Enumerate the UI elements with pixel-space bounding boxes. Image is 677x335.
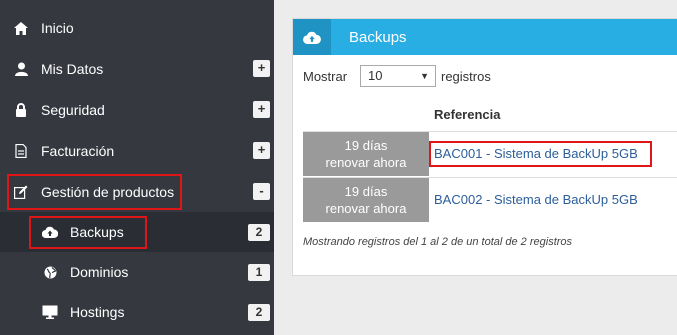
- backups-panel: Backups Mostrar 10 ▼ registros Referenci…: [292, 18, 677, 276]
- sidebar-item-label: Inicio: [41, 20, 74, 36]
- sidebar-item-seguridad[interactable]: Seguridad +: [0, 90, 274, 131]
- cloud-upload-icon: [293, 19, 331, 55]
- show-label: Mostrar: [303, 69, 348, 84]
- sidebar-item-label: Hostings: [70, 304, 125, 320]
- sidebar-item-label: Facturación: [41, 143, 115, 159]
- sidebar-item-label: Backups: [70, 224, 124, 240]
- sidebar-item-mis-datos[interactable]: Mis Datos +: [0, 49, 274, 90]
- count-badge: 2: [248, 304, 270, 321]
- renew-now-link[interactable]: renovar ahora: [303, 154, 429, 171]
- days-remaining: 19 días: [344, 184, 388, 199]
- count-badge: 1: [248, 264, 270, 281]
- sidebar-item-label: Dominios: [70, 264, 129, 280]
- records-label: registros: [441, 69, 491, 84]
- panel-header: Backups: [293, 19, 677, 55]
- sidebar-item-label: Mis Datos: [41, 61, 104, 77]
- count-badge: 2: [248, 224, 270, 241]
- cloud-upload-icon: [42, 224, 58, 240]
- sidebar-subitem-backups[interactable]: Backups 2: [0, 212, 274, 252]
- sidebar-subitem-hostings[interactable]: Hostings 2: [0, 292, 274, 332]
- reference-link[interactable]: BAC001 - Sistema de BackUp 5GB: [434, 146, 638, 162]
- page-size-select[interactable]: 10 ▼: [360, 65, 436, 87]
- records-summary: Mostrando registros del 1 al 2 de un tot…: [303, 236, 573, 248]
- sidebar-item-label: Seguridad: [41, 102, 105, 118]
- globe-icon: [42, 264, 58, 280]
- column-header-referencia[interactable]: Referencia: [434, 107, 500, 123]
- sidebar-subitem-dominios[interactable]: Dominios 1: [0, 252, 274, 292]
- sidebar: Inicio Mis Datos + Seguridad + Facturaci…: [0, 0, 274, 335]
- days-remaining: 19 días: [344, 138, 388, 153]
- page-size-value: 10: [368, 68, 383, 83]
- collapse-toggle[interactable]: -: [253, 183, 270, 200]
- sidebar-item-label: Gestión de productos: [41, 184, 175, 200]
- sidebar-item-gestion-productos[interactable]: Gestión de productos -: [0, 172, 274, 213]
- renew-now-link[interactable]: renovar ahora: [303, 200, 429, 217]
- lock-icon: [13, 102, 29, 118]
- dropdown-arrow-icon: ▼: [420, 71, 429, 81]
- user-icon: [13, 61, 29, 77]
- document-icon: [13, 143, 29, 159]
- expand-toggle[interactable]: +: [253, 60, 270, 77]
- renew-cell[interactable]: 19 días renovar ahora: [303, 132, 429, 176]
- expand-toggle[interactable]: +: [253, 142, 270, 159]
- table-row: 19 días renovar ahora BAC001 - Sistema d…: [303, 131, 677, 177]
- panel-title: Backups: [349, 29, 407, 46]
- edit-icon: [13, 184, 29, 200]
- reference-link[interactable]: BAC002 - Sistema de BackUp 5GB: [434, 192, 638, 208]
- home-icon: [13, 20, 29, 36]
- sidebar-item-facturacion[interactable]: Facturación +: [0, 131, 274, 172]
- monitor-icon: [42, 304, 58, 320]
- renew-cell[interactable]: 19 días renovar ahora: [303, 178, 429, 222]
- sidebar-item-inicio[interactable]: Inicio: [0, 8, 274, 49]
- expand-toggle[interactable]: +: [253, 101, 270, 118]
- table-row: 19 días renovar ahora BAC002 - Sistema d…: [303, 177, 677, 223]
